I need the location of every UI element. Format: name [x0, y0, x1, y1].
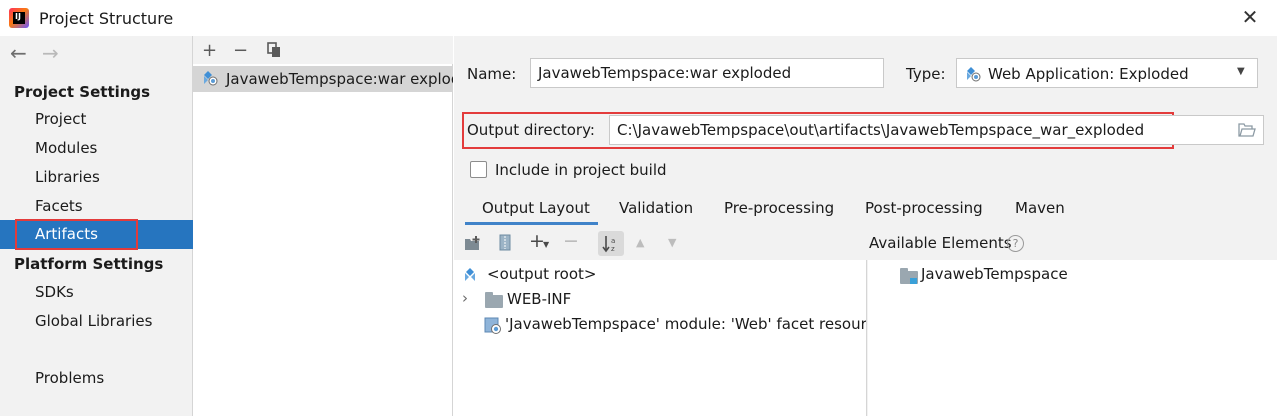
- sort-elements-icon[interactable]: a z: [598, 231, 624, 256]
- tab-pre-processing[interactable]: Pre-processing: [724, 199, 834, 217]
- name-label: Name:: [467, 65, 517, 83]
- forward-arrow-icon[interactable]: →: [42, 41, 59, 65]
- settings-sidebar: ← → Project Settings Project Modules Lib…: [0, 36, 193, 416]
- tab-post-processing[interactable]: Post-processing: [865, 199, 983, 217]
- sidebar-item-project[interactable]: Project: [35, 110, 86, 128]
- chevron-right-icon[interactable]: ›: [462, 289, 468, 307]
- remove-icon[interactable]: −: [233, 40, 248, 61]
- artifacts-toolbar: + −: [193, 36, 453, 64]
- platform-settings-heading: Platform Settings: [14, 255, 164, 273]
- move-down-icon[interactable]: ▼: [668, 236, 676, 249]
- sidebar-item-modules[interactable]: Modules: [35, 139, 97, 157]
- include-in-build-label: Include in project build: [495, 161, 667, 179]
- help-icon[interactable]: ?: [1007, 235, 1024, 252]
- available-elements-label: Available Elements: [869, 234, 1012, 252]
- folder-icon: [485, 292, 503, 308]
- web-artifact-icon: [202, 70, 218, 90]
- type-dropdown[interactable]: Web Application: Exploded ▼: [956, 58, 1258, 88]
- type-label: Type:: [906, 65, 946, 83]
- output-directory-field[interactable]: C:\JavawebTempspace\out\artifacts\Javawe…: [609, 115, 1264, 145]
- module-badge-icon: [910, 278, 917, 284]
- artifacts-highlight-box: [15, 219, 138, 250]
- type-value: Web Application: Exploded: [988, 65, 1189, 83]
- chevron-down-icon: ▼: [1237, 66, 1245, 77]
- layout-toolbar: + ▼ − a z ▲ ▼ Available Elements ?: [454, 227, 1277, 260]
- name-field[interactable]: JavawebTempspace:war exploded: [530, 58, 884, 88]
- archive-icon[interactable]: [499, 234, 511, 251]
- window-title: Project Structure: [39, 9, 174, 28]
- include-in-build-checkbox[interactable]: [470, 161, 487, 178]
- add-icon[interactable]: +: [202, 40, 217, 61]
- tab-validation[interactable]: Validation: [619, 199, 693, 217]
- output-root-icon: [462, 267, 478, 287]
- tree-label: 'JavawebTempspace' module: 'Web' facet r…: [505, 315, 867, 333]
- web-app-icon: [965, 66, 981, 86]
- output-directory-label: Output directory:: [467, 121, 595, 139]
- new-folder-icon[interactable]: [464, 236, 482, 251]
- web-facet-icon: [484, 317, 502, 339]
- back-arrow-icon[interactable]: ←: [10, 41, 27, 65]
- title-bar: IJ Project Structure ✕: [0, 0, 1277, 36]
- sidebar-item-global-libraries[interactable]: Global Libraries: [35, 312, 152, 330]
- close-icon[interactable]: ✕: [1239, 6, 1261, 28]
- list-item[interactable]: JavawebTempspace:war exploded: [193, 66, 453, 92]
- sidebar-item-libraries[interactable]: Libraries: [35, 168, 100, 186]
- tree-label: <output root>: [487, 265, 597, 283]
- add-dropdown-chevron-icon[interactable]: ▼: [543, 240, 549, 249]
- output-layout-tree: <output root> › WEB-INF 'JavawebTempspac…: [454, 260, 867, 416]
- artifact-config-panel: Name: JavawebTempspace:war exploded Type…: [454, 36, 1277, 416]
- tree-label: JavawebTempspace: [921, 265, 1068, 283]
- project-settings-heading: Project Settings: [14, 83, 151, 101]
- tree-label: WEB-INF: [507, 290, 572, 308]
- sidebar-item-sdks[interactable]: SDKs: [35, 283, 74, 301]
- svg-text:z: z: [611, 245, 615, 253]
- remove-element-icon[interactable]: −: [563, 230, 579, 252]
- move-up-icon[interactable]: ▲: [636, 236, 644, 249]
- tab-maven[interactable]: Maven: [1015, 199, 1065, 217]
- sidebar-item-facets[interactable]: Facets: [35, 197, 83, 215]
- tab-output-layout[interactable]: Output Layout: [482, 199, 590, 217]
- artifact-name: JavawebTempspace:war exploded: [226, 70, 453, 88]
- svg-text:a: a: [611, 237, 615, 245]
- available-elements-tree: JavawebTempspace: [868, 260, 1277, 416]
- intellij-app-icon: IJ: [9, 8, 29, 28]
- sidebar-item-problems[interactable]: Problems: [35, 369, 104, 387]
- active-tab-indicator: [465, 222, 598, 225]
- browse-folder-icon[interactable]: [1238, 123, 1256, 137]
- copy-icon[interactable]: [267, 42, 281, 58]
- artifacts-list-panel: + − JavawebTempspace:war exploded: [193, 36, 453, 416]
